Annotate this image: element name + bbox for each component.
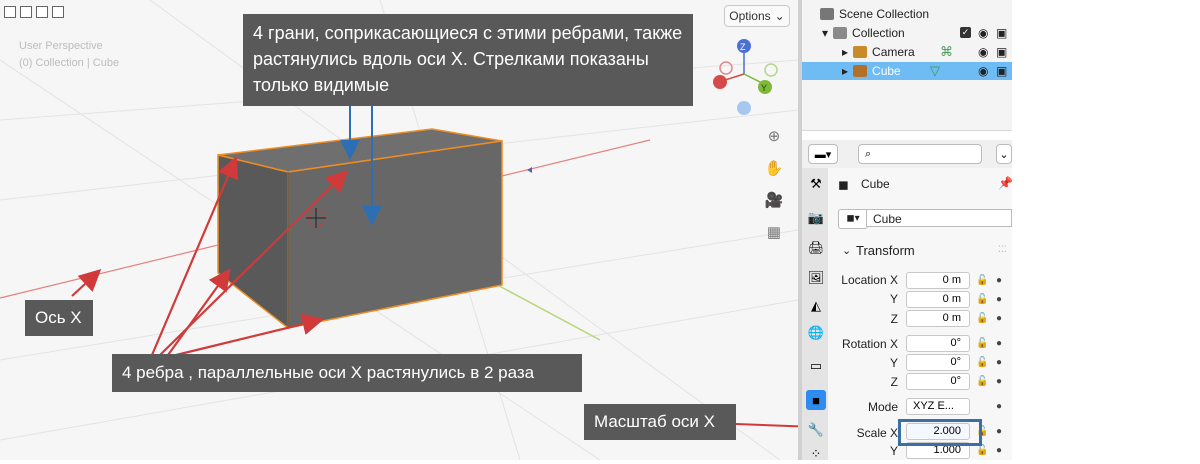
- location-y-field[interactable]: 0 m: [906, 291, 970, 308]
- output-tab-icon[interactable]: 🖨: [806, 238, 826, 258]
- lock-icon[interactable]: 🔓: [976, 376, 988, 387]
- scene-collection-icon: [820, 8, 834, 20]
- rotation-y-label: Y: [889, 356, 898, 370]
- camera-object-icon: [853, 46, 868, 58]
- render-camera-icon[interactable]: ▣: [996, 45, 1007, 59]
- eye-icon[interactable]: ◉: [978, 26, 988, 40]
- expand-arrow-icon[interactable]: ▸: [842, 45, 848, 59]
- location-x-label: Location X: [841, 273, 898, 287]
- expand-arrow-icon[interactable]: ▾: [822, 26, 828, 40]
- keyframe-dot-icon[interactable]: ●: [996, 294, 1002, 305]
- keyframe-dot-icon[interactable]: ●: [996, 313, 1002, 324]
- pin-icon[interactable]: 📌: [998, 176, 1013, 190]
- object-name[interactable]: Cube: [861, 177, 890, 191]
- editor-type-button[interactable]: ▬▾: [808, 144, 838, 164]
- cube-label: Cube: [872, 64, 901, 78]
- keyframe-dot-icon[interactable]: ●: [996, 338, 1002, 349]
- world-tab-icon[interactable]: 🌐: [806, 323, 826, 343]
- mesh-type-button[interactable]: ◼▾: [838, 209, 868, 229]
- camera-data-icon[interactable]: ⌘: [940, 44, 953, 60]
- render-camera-icon[interactable]: ▣: [996, 64, 1007, 78]
- keyframe-dot-icon[interactable]: ●: [996, 357, 1002, 368]
- scale-highlight-box: [898, 419, 982, 446]
- keyframe-dot-icon[interactable]: ●: [996, 445, 1002, 456]
- properties-tabs[interactable]: ⚒ 📷 🖨 🖼 ◭ 🌐 ▭ ■ 🔧 ⁘: [802, 168, 828, 461]
- mesh-name-field[interactable]: Cube: [866, 209, 1012, 227]
- scale-arrow-overlay: [735, 419, 900, 440]
- keyframe-dot-icon[interactable]: ●: [996, 426, 1002, 437]
- options-chevron-icon[interactable]: ⌄: [996, 144, 1012, 164]
- keyframe-dot-icon[interactable]: ●: [996, 275, 1002, 286]
- rotation-mode-dropdown[interactable]: XYZ E...: [906, 398, 970, 415]
- eye-icon[interactable]: ◉: [978, 45, 988, 59]
- keyframe-dot-icon[interactable]: ●: [996, 401, 1002, 412]
- outliner-panel[interactable]: Scene Collection ▾ Collection ✓ ◉ ▣ ▸ Ca…: [802, 0, 1012, 131]
- collection-checkbox[interactable]: ✓: [960, 27, 971, 38]
- keyframe-dot-icon[interactable]: ●: [996, 376, 1002, 387]
- search-icon: ⌕: [865, 147, 872, 160]
- rotation-z-field[interactable]: 0°: [906, 373, 970, 390]
- lock-icon[interactable]: 🔓: [976, 313, 988, 324]
- rotation-x-field[interactable]: 0°: [906, 335, 970, 352]
- camera-label: Camera: [872, 45, 915, 59]
- render-camera-icon[interactable]: ▣: [996, 26, 1007, 40]
- lock-icon[interactable]: 🔓: [976, 275, 988, 286]
- drag-handle-icon[interactable]: ⁚⁚⁚: [998, 244, 1007, 255]
- collection-icon: [833, 27, 848, 39]
- view-layer-tab-icon[interactable]: 🖼: [806, 268, 826, 288]
- scale-y-label: Y: [889, 444, 898, 458]
- object-type-icon: ◼: [838, 177, 849, 192]
- mode-label: Mode: [867, 400, 898, 414]
- properties-search-input[interactable]: ⌕: [858, 144, 982, 164]
- rotation-x-label: Rotation X: [841, 337, 898, 351]
- mesh-object-icon: [853, 65, 868, 77]
- tool-tab-icon[interactable]: ⚒: [806, 174, 826, 194]
- location-z-field[interactable]: 0 m: [906, 310, 970, 327]
- outliner-row-collection[interactable]: ▾ Collection: [822, 24, 905, 42]
- collection-tab-icon[interactable]: ▭: [806, 356, 826, 376]
- lock-icon[interactable]: 🔓: [976, 357, 988, 368]
- outliner-row-scene-collection[interactable]: Scene Collection: [820, 5, 929, 23]
- expand-arrow-icon[interactable]: ▸: [842, 64, 848, 78]
- rotation-y-field[interactable]: 0°: [906, 354, 970, 371]
- rotation-z-label: Z: [890, 375, 898, 389]
- render-tab-icon[interactable]: 📷: [806, 208, 826, 228]
- scale-x-label: Scale X: [856, 426, 898, 440]
- object-tab-icon[interactable]: ■: [806, 390, 826, 410]
- properties-header: ▬▾ ⌕ ⌄: [802, 140, 1012, 169]
- modifier-tab-icon[interactable]: 🔧: [806, 420, 826, 440]
- lock-icon[interactable]: 🔓: [976, 338, 988, 349]
- location-x-field[interactable]: 0 m: [906, 272, 970, 289]
- collection-label: Collection: [852, 26, 905, 40]
- transform-panel-header[interactable]: Transform: [856, 243, 915, 258]
- outliner-row-camera[interactable]: ▸ Camera: [842, 43, 915, 61]
- location-z-label: Z: [890, 312, 898, 326]
- scene-collection-label: Scene Collection: [839, 7, 930, 21]
- lock-icon[interactable]: 🔓: [976, 445, 988, 456]
- location-y-label: Y: [889, 292, 898, 306]
- eye-icon[interactable]: ◉: [978, 64, 988, 78]
- scene-tab-icon[interactable]: ◭: [806, 296, 826, 316]
- particles-tab-icon[interactable]: ⁘: [806, 444, 826, 464]
- mesh-data-icon[interactable]: ▽: [930, 63, 940, 79]
- lock-icon[interactable]: 🔓: [976, 294, 988, 305]
- collapse-arrow-icon[interactable]: ⌄: [842, 244, 851, 257]
